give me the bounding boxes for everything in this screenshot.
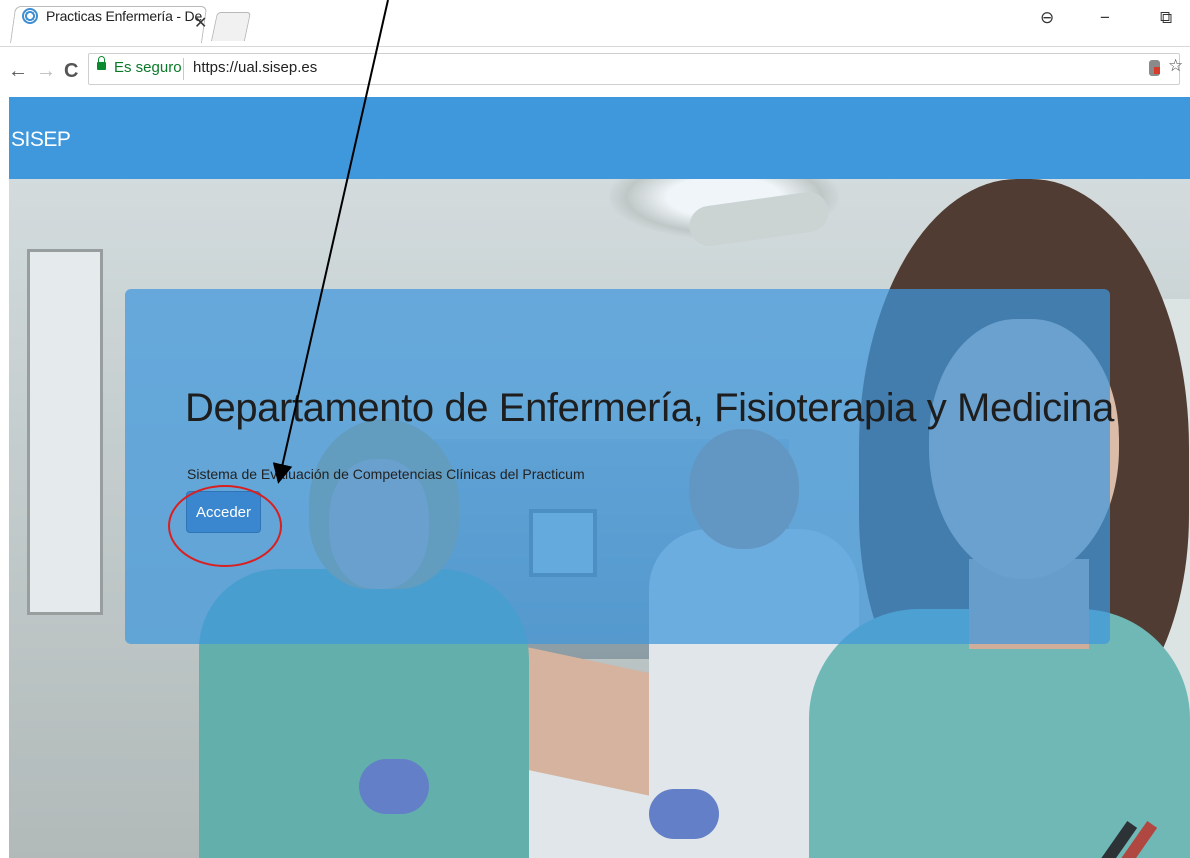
favicon-icon <box>22 8 38 24</box>
security-label[interactable]: Es seguro <box>114 59 182 76</box>
page-title: Departamento de Enfermería, Fisioterapia… <box>185 386 1114 430</box>
omnibox-divider <box>183 58 184 80</box>
address-bar-row: ← → C Es seguro https://ual.sisep.es ☆ <box>0 46 1190 97</box>
jumbotron-panel: Departamento de Enfermería, Fisioterapia… <box>125 289 1114 644</box>
account-icon[interactable]: ⊖ <box>1040 8 1054 28</box>
address-bar[interactable]: Es seguro https://ual.sisep.es ☆ <box>88 53 1183 85</box>
minimize-icon[interactable]: − <box>1100 8 1110 28</box>
restore-icon[interactable]: ⧉ <box>1160 8 1172 28</box>
site-navbar: SISEP <box>9 97 1190 179</box>
bookmark-star-icon[interactable]: ☆ <box>1168 56 1183 76</box>
brand-link[interactable]: SISEP <box>11 128 71 152</box>
forward-arrow-icon[interactable]: → <box>36 60 56 83</box>
url-text[interactable]: https://ual.sisep.es <box>193 59 317 76</box>
browser-tab-content[interactable]: Practicas Enfermería - De <box>22 8 202 24</box>
page-subtitle: Sistema de Evaluación de Competencias Cl… <box>187 466 585 482</box>
extension-icon[interactable] <box>1149 60 1160 76</box>
back-arrow-icon[interactable]: ← <box>8 60 28 83</box>
browser-chrome: Practicas Enfermería - De ✕ ⊖ − ⧉ ← → C … <box>0 0 1190 97</box>
lock-icon <box>97 56 106 70</box>
new-tab-button[interactable] <box>210 12 252 41</box>
acceder-button[interactable]: Acceder <box>186 491 261 533</box>
tab-close-icon[interactable]: ✕ <box>194 13 207 33</box>
reload-icon[interactable]: C <box>64 60 78 83</box>
tab-title: Practicas Enfermería - De <box>46 8 203 24</box>
